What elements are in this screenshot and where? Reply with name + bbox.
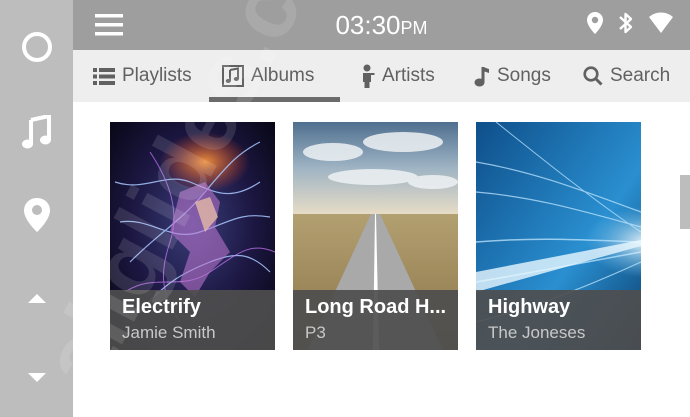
tab-artists-label: Artists [382,65,435,86]
clock-time: 03:30 [335,10,401,40]
home-circle-icon [21,32,52,62]
album-title: Highway [488,296,571,318]
left-rail [0,0,73,417]
tab-songs[interactable]: Songs [474,50,551,102]
clock-ampm: PM [400,18,428,38]
tab-bar: Playlists Albums Artists Songs Search [73,50,690,102]
music-note-icon [474,67,489,87]
home-button[interactable] [0,24,73,70]
wifi-icon [649,12,673,33]
tab-albums-label: Albums [251,65,315,86]
scroll-up-button[interactable] [0,284,73,312]
chevron-down-icon [27,373,46,382]
album-caption: Electrify Jamie Smith [110,290,275,350]
album-artist: P3 [305,323,326,342]
status-bar: 03:30PM [73,0,690,50]
tab-playlists-label: Playlists [122,65,192,86]
location-icon [587,12,603,34]
search-icon [583,66,603,86]
album-caption: Highway The Joneses [476,290,641,350]
album-artist: Jamie Smith [122,323,216,342]
album-title: Electrify [122,296,201,318]
music-button[interactable] [0,110,73,156]
tab-search-label: Search [610,65,671,86]
scroll-down-button[interactable] [0,364,73,392]
music-note-icon [21,115,51,149]
artist-icon [363,64,375,88]
album-title: Long Road H... [305,296,447,318]
navigation-button[interactable] [0,192,73,238]
album-card-highway[interactable]: Highway The Joneses [476,122,641,350]
album-caption: Long Road H... P3 [293,290,458,350]
tab-albums[interactable]: Albums [222,50,314,102]
list-icon [93,67,115,85]
bluetooth-icon [619,12,633,34]
tab-artists[interactable]: Artists [359,50,435,102]
tab-search[interactable]: Search [583,50,670,102]
active-tab-indicator [209,97,340,102]
tab-playlists[interactable]: Playlists [93,50,192,102]
tab-songs-label: Songs [497,65,551,86]
scrollbar[interactable] [680,175,690,229]
status-icons [586,11,674,35]
album-card-long-road[interactable]: Long Road H... P3 [293,122,458,350]
album-icon [222,65,244,87]
album-artist: The Joneses [488,323,586,342]
album-card-electrify[interactable]: Electrify Jamie Smith [110,122,275,350]
location-pin-icon [23,198,50,232]
chevron-up-icon [27,294,46,303]
